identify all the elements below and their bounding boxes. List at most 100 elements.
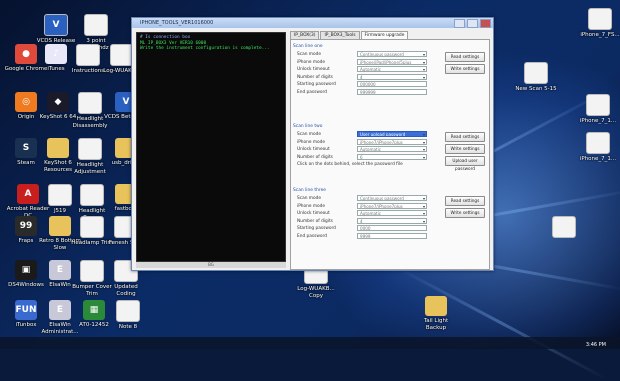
setting-dropdown[interactable]: Continuous password bbox=[357, 51, 427, 57]
new-scan-glyph-icon bbox=[524, 62, 548, 84]
itunbox-glyph-icon: FUN bbox=[15, 300, 37, 320]
setting-label: iPhone mode bbox=[297, 203, 326, 209]
desktop-icon-label: iPhone_7_FS... bbox=[580, 32, 620, 38]
read-settings-button[interactable]: Read settings bbox=[445, 196, 485, 206]
iphone-7-1-glyph-icon bbox=[586, 94, 610, 116]
window-titlebar[interactable]: IPHONE_TOOLS_VER1016000 bbox=[132, 18, 493, 28]
scan-line-group: Scan line one Scan mode Continuous passwor… bbox=[293, 44, 487, 96]
write-settings-button[interactable]: Write settings bbox=[445, 208, 485, 218]
iphone-tools-window: IPHONE_TOOLS_VER1016000 # Is connection … bbox=[131, 17, 494, 271]
group-title: Scan line two bbox=[293, 124, 323, 129]
setting-input[interactable]: 999999 bbox=[357, 88, 427, 95]
iphone-7-1-icon[interactable]: iPhone_7_1... bbox=[576, 94, 620, 125]
setting-dropdown[interactable]: 4 bbox=[357, 73, 427, 80]
setting-label: End password bbox=[297, 233, 327, 239]
upload-user-password-button[interactable]: Upload user password bbox=[445, 156, 485, 171]
origin-glyph-icon: ◎ bbox=[15, 92, 37, 112]
group-title: Scan line three bbox=[293, 188, 327, 193]
setting-dropdown[interactable]: iPhone7/iPhone7plus bbox=[357, 202, 427, 209]
3point-glyph-icon bbox=[84, 14, 108, 36]
taskbar: 3:46 PM bbox=[0, 337, 620, 349]
minimize-button[interactable] bbox=[454, 19, 465, 28]
elsawin-admin-glyph-icon: E bbox=[49, 300, 71, 320]
retro-bottom-slow-glyph-icon bbox=[49, 216, 71, 236]
setting-dropdown[interactable]: 6 bbox=[357, 153, 427, 160]
tab-firmware-upgrade[interactable]: Firmware upgrade bbox=[360, 31, 409, 39]
steam-glyph-icon: S bbox=[15, 138, 37, 158]
setting-row: Starting password 0000 bbox=[293, 225, 487, 233]
console-output: # Is connection box ML IP_BOX3 Ver VER10… bbox=[136, 32, 286, 262]
setting-label: Unlock timeout bbox=[297, 147, 330, 152]
read-settings-button[interactable]: Read settings bbox=[445, 132, 485, 142]
setting-input[interactable]: 000000 bbox=[357, 81, 427, 87]
close-button[interactable] bbox=[480, 19, 491, 28]
setting-dropdown[interactable]: Automatic bbox=[357, 210, 427, 216]
scan-line-group: Scan line three Scan mode Continuous passw… bbox=[293, 188, 487, 240]
new-scan-icon[interactable]: New Scan 5-15 bbox=[514, 62, 558, 93]
headlight-adjustment-glyph-icon bbox=[78, 138, 102, 160]
setting-row: End password 999999 bbox=[293, 88, 487, 97]
setting-row: Number of digits 4 bbox=[293, 217, 487, 226]
setting-label: Unlock timeout bbox=[297, 211, 330, 216]
maximize-button[interactable] bbox=[467, 19, 478, 28]
setting-dropdown[interactable]: User upload password bbox=[357, 131, 427, 137]
desktop-icon-label: iPhone_7_1... bbox=[579, 118, 617, 124]
taskbar-clock[interactable]: 3:46 PM bbox=[586, 342, 606, 348]
vcds-release-glyph-icon: V bbox=[44, 14, 68, 36]
setting-label: Unlock timeout bbox=[297, 67, 330, 72]
console-line: Write the instrument configuration is co… bbox=[140, 46, 270, 52]
scan-line-group: Scan line two Scan mode User upload passwo… bbox=[293, 124, 487, 171]
ds4windows-glyph-icon: ▣ bbox=[15, 260, 37, 280]
tail-light-backup-icon[interactable]: Tail Light Backup bbox=[414, 296, 458, 331]
keyshot-resources-glyph-icon bbox=[47, 138, 69, 158]
setting-input[interactable]: 0000 bbox=[357, 225, 427, 231]
j519-glyph-icon bbox=[48, 184, 72, 206]
tab-ipbox3[interactable]: IP_BOX(3) bbox=[290, 31, 320, 39]
desktop-icon-label: Updated Coding bbox=[114, 284, 138, 297]
elsawin-glyph-icon: E bbox=[49, 260, 71, 280]
setting-dropdown[interactable]: iPhone7/iPhone7plus bbox=[357, 138, 427, 145]
headlamp-trim-glyph-icon bbox=[80, 216, 104, 238]
setting-label: Click on the dots behind, select the pas… bbox=[297, 162, 403, 167]
tail-light-backup-glyph-icon bbox=[425, 296, 447, 316]
iphone-7-2-glyph-icon bbox=[586, 132, 610, 154]
setting-label: Starting password bbox=[297, 226, 336, 231]
fraps-glyph-icon: 99 bbox=[15, 216, 37, 236]
ato-12452-glyph-icon: ▦ bbox=[83, 300, 105, 320]
console-footer: BG bbox=[136, 262, 286, 268]
write-settings-button[interactable]: Write settings bbox=[445, 144, 485, 154]
setting-row: Number of digits 4 bbox=[293, 73, 487, 82]
window-title: IPHONE_TOOLS_VER1016000 bbox=[140, 20, 214, 26]
desktop-icon-label: Tail Light Backup bbox=[423, 318, 449, 331]
setting-dropdown[interactable]: Automatic bbox=[357, 66, 427, 72]
iphone-7-top-icon[interactable]: iPhone_7_FS... bbox=[578, 8, 620, 39]
group-title: Scan line one bbox=[293, 44, 323, 49]
setting-label: Scan mode bbox=[297, 52, 321, 57]
note8-icon[interactable]: Note 8 bbox=[106, 300, 150, 331]
setting-dropdown[interactable]: 4 bbox=[357, 217, 427, 224]
clock-time: 3:46 PM bbox=[585, 342, 606, 348]
setting-label: Number of digits bbox=[297, 154, 333, 160]
setting-dropdown[interactable]: Automatic bbox=[357, 146, 427, 152]
note8-glyph-icon bbox=[116, 300, 140, 322]
setting-label: Scan mode bbox=[297, 132, 321, 137]
write-settings-button[interactable]: Write settings bbox=[445, 64, 485, 74]
misc-doc-glyph-icon bbox=[552, 216, 576, 238]
bumper-cover-trim-glyph-icon bbox=[80, 260, 104, 282]
headlight-range-glyph-icon bbox=[80, 184, 104, 206]
instructions-glyph-icon bbox=[76, 44, 100, 66]
setting-dropdown[interactable]: iPhone/iPad/iPhone/5plus bbox=[357, 58, 427, 65]
tab-ipbox3-tools[interactable]: IP_BOX3_Tools bbox=[320, 31, 360, 39]
keyshot-glyph-icon: ◆ bbox=[47, 92, 69, 112]
iphone-7-2-icon[interactable]: iPhone_7_1... bbox=[576, 132, 620, 163]
read-settings-button[interactable]: Read settings bbox=[445, 52, 485, 62]
setting-dropdown[interactable]: Continuous password bbox=[357, 195, 427, 201]
setting-row: Starting password 000000 bbox=[293, 81, 487, 89]
settings-panel: Scan line one Scan mode Continuous passwor… bbox=[290, 39, 490, 270]
setting-input[interactable]: 9999 bbox=[357, 232, 427, 239]
tab-bar: IP_BOX(3) IP_BOX3_Tools Firmware upgrade bbox=[290, 31, 409, 39]
desktop-icon-label: Log-WUAKB... Copy bbox=[297, 286, 335, 299]
setting-label: Number of digits bbox=[297, 218, 333, 224]
setting-label: End password bbox=[297, 89, 327, 95]
misc-doc-icon[interactable] bbox=[542, 216, 586, 240]
